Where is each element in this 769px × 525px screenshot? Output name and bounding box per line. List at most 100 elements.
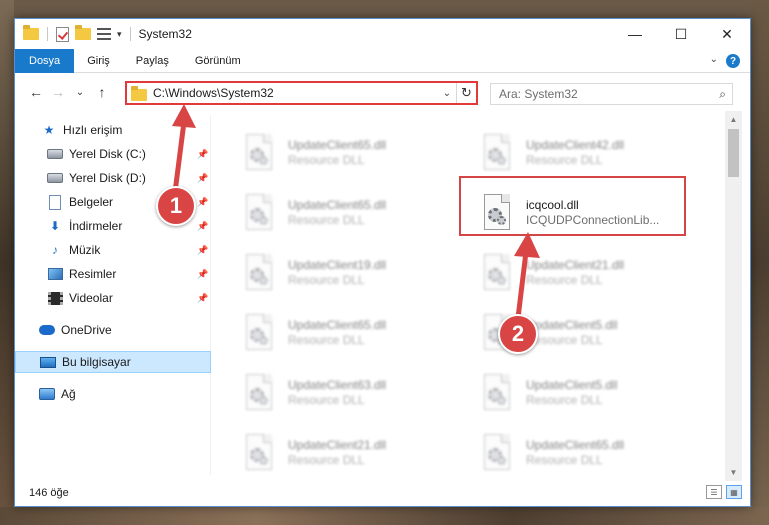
- pin-icon[interactable]: 📌: [197, 149, 208, 160]
- sidebar-item-music[interactable]: ♪ Müzik 📌: [15, 239, 211, 261]
- sidebar-item-label: Belgeler: [69, 195, 114, 209]
- sidebar-item-label: Hızlı erişim: [63, 123, 123, 137]
- ribbon-controls: ⌄ ?: [710, 54, 740, 68]
- window-controls: — ☐ ✕: [612, 19, 750, 49]
- file-item[interactable]: UpdateClient65.dll Resource DLL: [236, 129, 462, 177]
- file-name: UpdateClient21.dll: [288, 438, 387, 452]
- pictures-icon: [47, 266, 63, 282]
- maximize-button[interactable]: ☐: [658, 19, 704, 49]
- toolbar-dropdown-icon[interactable]: ▾: [117, 29, 122, 40]
- address-path[interactable]: C:\Windows\System32: [153, 86, 438, 100]
- navigation-bar: ← → ⌄ ↑ C:\Windows\System32 ⌄ ↻ Ara: Sys…: [15, 73, 750, 111]
- quick-access-toolbar: ▾: [15, 25, 133, 42]
- tab-home[interactable]: Giriş: [74, 49, 123, 73]
- file-type: Resource DLL: [288, 213, 365, 227]
- forward-button[interactable]: →: [47, 81, 69, 103]
- file-type: Resource DLL: [288, 393, 365, 407]
- scroll-thumb[interactable]: [728, 129, 739, 177]
- properties-check-icon[interactable]: [56, 26, 69, 42]
- file-name: UpdateClient19.dll: [288, 258, 387, 272]
- pin-icon[interactable]: 📌: [197, 269, 208, 280]
- folder-icon: [131, 85, 147, 101]
- scroll-up-icon[interactable]: ▲: [725, 111, 742, 128]
- sidebar-item-local-disk-d[interactable]: Yerel Disk (D:) 📌: [15, 167, 211, 189]
- sidebar-item-this-pc[interactable]: Bu bilgisayar: [15, 351, 211, 373]
- sidebar-item-label: Ağ: [61, 387, 76, 401]
- music-icon: ♪: [52, 243, 58, 257]
- folder-icon: [23, 25, 39, 40]
- dll-file-icon: [242, 252, 278, 294]
- window-title: System32: [138, 27, 192, 41]
- search-icon[interactable]: ⌕: [719, 87, 726, 102]
- back-button[interactable]: ←: [25, 81, 47, 103]
- file-item[interactable]: UpdateClient65.dll Resource DLL: [236, 189, 462, 237]
- up-button[interactable]: ↑: [91, 81, 113, 103]
- file-item[interactable]: UpdateClient19.dll Resource DLL: [236, 249, 462, 297]
- tab-view[interactable]: Görünüm: [182, 49, 254, 73]
- new-folder-icon[interactable]: [75, 25, 91, 40]
- file-item[interactable]: UpdateClient21.dll Resource DLL: [236, 429, 462, 475]
- file-name: UpdateClient65.dll: [288, 198, 387, 212]
- file-name: UpdateClient5.dll: [526, 378, 618, 392]
- file-item[interactable]: UpdateClient63.dll Resource DLL: [236, 369, 462, 417]
- disk-icon: [47, 170, 63, 186]
- file-name: UpdateClient65.dll: [526, 438, 625, 452]
- vertical-scrollbar[interactable]: ▲ ▼: [725, 111, 742, 481]
- file-item[interactable]: UpdateClient42.dll Resource DLL: [474, 129, 700, 177]
- file-type: Resource DLL: [288, 333, 365, 347]
- file-name: UpdateClient42.dll: [526, 138, 625, 152]
- file-item[interactable]: UpdateClient21.dll Resource DLL: [474, 249, 700, 297]
- divider: [129, 27, 131, 41]
- sidebar-item-onedrive[interactable]: OneDrive: [15, 319, 211, 341]
- status-bar: 146 öğe ☰ ▦: [15, 481, 750, 505]
- close-button[interactable]: ✕: [704, 19, 750, 49]
- file-item[interactable]: UpdateClient65.dll Resource DLL: [474, 429, 700, 475]
- pin-icon[interactable]: 📌: [197, 221, 208, 232]
- view-buttons: ☰ ▦: [706, 485, 742, 499]
- file-type: Resource DLL: [288, 273, 365, 287]
- title-bar: ▾ System32 — ☐ ✕: [15, 19, 750, 49]
- sidebar-item-label: OneDrive: [61, 323, 112, 337]
- search-input[interactable]: Ara: System32 ⌕: [490, 83, 733, 105]
- pin-icon[interactable]: 📌: [197, 245, 208, 256]
- sidebar-item-label: Yerel Disk (C:): [69, 147, 146, 161]
- file-item[interactable]: UpdateClient65.dll Resource DLL: [236, 309, 462, 357]
- sidebar-item-local-disk-c[interactable]: Yerel Disk (C:) 📌: [15, 143, 211, 165]
- highlight-box: [459, 176, 686, 236]
- customize-toolbar-icon[interactable]: [97, 28, 111, 40]
- pin-icon[interactable]: 📌: [197, 197, 208, 208]
- sidebar-item-quick-access[interactable]: ★ Hızlı erişim: [15, 119, 211, 141]
- dll-file-icon: [242, 432, 278, 474]
- address-bar[interactable]: C:\Windows\System32 ⌄ ↻: [125, 81, 478, 105]
- pin-icon[interactable]: 📌: [197, 293, 208, 304]
- chevron-down-icon[interactable]: ⌄: [710, 54, 718, 68]
- desktop-background-right: [751, 0, 769, 525]
- dll-file-icon: [480, 132, 516, 174]
- scroll-down-icon[interactable]: ▼: [725, 464, 742, 481]
- step-2-badge: 2: [498, 314, 538, 354]
- file-name: UpdateClient65.dll: [288, 138, 387, 152]
- videos-icon: [47, 290, 63, 306]
- divider: [47, 27, 48, 41]
- file-item[interactable]: UpdateClient5.dll Resource DLL: [474, 369, 700, 417]
- tab-file[interactable]: Dosya: [15, 48, 75, 73]
- tab-share[interactable]: Paylaş: [123, 49, 182, 73]
- address-dropdown-icon[interactable]: ⌄: [438, 88, 456, 99]
- help-icon[interactable]: ?: [726, 54, 740, 68]
- recent-locations-button[interactable]: ⌄: [69, 81, 91, 103]
- file-name: UpdateClient5.dll: [526, 318, 618, 332]
- sidebar-item-videos[interactable]: Videolar 📌: [15, 287, 211, 309]
- star-icon: ★: [43, 123, 55, 137]
- ribbon-tabs: Dosya Giriş Paylaş Görünüm ⌄ ?: [15, 48, 750, 73]
- pin-icon[interactable]: 📌: [197, 173, 208, 184]
- minimize-button[interactable]: —: [612, 19, 658, 49]
- sidebar-item-label: Bu bilgisayar: [62, 355, 131, 369]
- large-icons-view-icon[interactable]: ▦: [726, 485, 742, 499]
- sidebar-item-network[interactable]: Ağ: [15, 383, 211, 405]
- dll-file-icon: [242, 372, 278, 414]
- file-type: Resource DLL: [526, 153, 603, 167]
- details-view-icon[interactable]: ☰: [706, 485, 722, 499]
- refresh-icon[interactable]: ↻: [456, 83, 476, 103]
- sidebar-item-pictures[interactable]: Resimler 📌: [15, 263, 211, 285]
- desktop-background-bottom: [0, 507, 769, 525]
